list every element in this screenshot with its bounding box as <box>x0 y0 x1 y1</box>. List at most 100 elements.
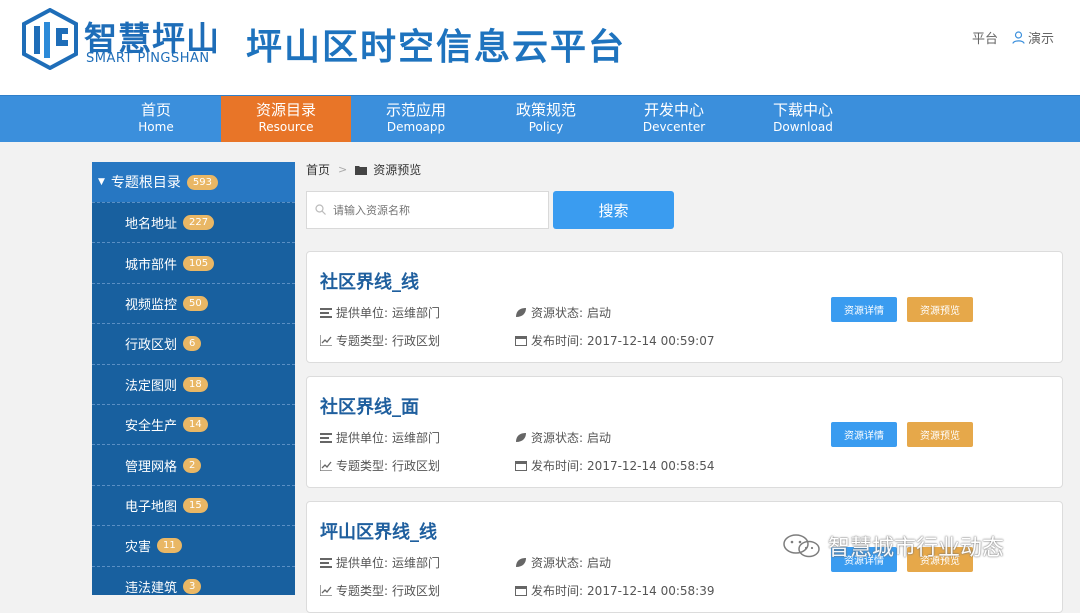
type-label: 专题类型: <box>336 459 389 473</box>
watermark-text: 智慧城市行业动态 <box>828 536 1005 561</box>
provider-label: 提供单位: <box>336 556 389 570</box>
provider-value: 运维部门 <box>392 556 441 570</box>
count-badge: 105 <box>183 255 215 271</box>
sidebar-item-label: 管理网格 <box>125 459 178 475</box>
status-value: 启动 <box>587 556 612 570</box>
caret-down-icon: ▼ <box>98 177 105 187</box>
count-badge: 227 <box>183 215 215 231</box>
nav-label: 政策规范 <box>515 101 576 119</box>
calendar-icon <box>515 461 527 471</box>
nav-demoapp[interactable]: 示范应用 Demoapp <box>351 96 481 142</box>
resource-preview-button[interactable]: 资源预览 <box>907 422 973 447</box>
type-meta: 专题类型: 行政区划 <box>320 332 440 349</box>
watermark: 智慧城市行业动态 <box>782 530 1004 562</box>
count-badge: 3 <box>183 578 202 594</box>
category-sidebar: ▼ 专题根目录 593 地名地址 227 城市部件 105 视频监控 50 行政区划 6… <box>92 162 295 596</box>
sidebar-item-label: 灾害 <box>125 540 152 556</box>
sidebar-item-zoning[interactable]: 法定图则 18 <box>92 363 295 404</box>
user-icon <box>1012 31 1025 44</box>
list-icon <box>320 308 332 318</box>
status-meta: 资源状态: 启动 <box>515 554 611 571</box>
publish-label: 发布时间: <box>531 334 584 348</box>
status-label: 资源状态: <box>531 306 584 320</box>
sidebar-item-label: 违法建筑 <box>125 580 178 596</box>
status-label: 资源状态: <box>531 431 584 445</box>
type-meta: 专题类型: 行政区划 <box>320 457 440 474</box>
chevron-right-icon: > <box>338 163 348 176</box>
resource-card: 社区界线_面 提供单位: 运维部门 资源状态: 启动 专题类型: 行政区划 发布… <box>306 376 1063 488</box>
status-meta: 资源状态: 启动 <box>515 429 611 446</box>
sidebar-item-illegal-building[interactable]: 违法建筑 3 <box>92 565 295 606</box>
nav-sublabel: Home <box>138 120 174 134</box>
leaf-icon <box>516 308 526 317</box>
sidebar-item-disaster[interactable]: 灾害 11 <box>92 525 295 565</box>
sidebar-item-admin-division[interactable]: 行政区划 6 <box>92 323 295 363</box>
type-meta: 专题类型: 行政区划 <box>320 582 440 599</box>
publish-value: 2017-12-14 00:59:07 <box>587 333 715 348</box>
nav-home[interactable]: 首页 Home <box>91 96 221 142</box>
nav-label: 资源目录 <box>255 101 316 119</box>
count-badge: 50 <box>183 295 208 311</box>
resource-title[interactable]: 社区界线_面 <box>320 393 419 419</box>
publish-meta: 发布时间: 2017-12-14 00:58:54 <box>515 457 715 474</box>
sidebar-item-safety[interactable]: 安全生产 14 <box>92 403 295 444</box>
sidebar-item-grid[interactable]: 管理网格 2 <box>92 444 295 484</box>
sidebar-item-label: 视频监控 <box>125 297 178 313</box>
sidebar-item-label: 地名地址 <box>125 217 178 233</box>
folder-icon <box>355 165 368 175</box>
resource-card: 社区界线_线 提供单位: 运维部门 资源状态: 启动 专题类型: 行政区划 发布… <box>306 251 1063 363</box>
publish-label: 发布时间: <box>531 584 584 598</box>
status-meta: 资源状态: 启动 <box>515 304 611 321</box>
search-input[interactable] <box>306 191 549 229</box>
provider-meta: 提供单位: 运维部门 <box>320 554 440 571</box>
resource-title[interactable]: 社区界线_线 <box>320 268 419 294</box>
calendar-icon <box>515 586 527 596</box>
wechat-icon <box>783 534 820 558</box>
demo-link[interactable]: 演示 <box>1012 28 1054 47</box>
sidebar-item-place-names[interactable]: 地名地址 227 <box>92 202 295 242</box>
count-badge: 6 <box>183 336 202 352</box>
logo-icon <box>22 8 78 70</box>
nav-sublabel: Policy <box>528 120 564 134</box>
breadcrumb-current: 资源预览 <box>373 163 422 177</box>
type-value: 行政区划 <box>392 584 441 598</box>
demo-link-label: 演示 <box>1027 32 1054 47</box>
provider-meta: 提供单位: 运维部门 <box>320 304 440 321</box>
provider-meta: 提供单位: 运维部门 <box>320 429 440 446</box>
nav-sublabel: Devcenter <box>642 120 706 134</box>
nav-resource[interactable]: 资源目录 Resource <box>221 96 351 142</box>
sidebar-item-label: 法定图则 <box>125 378 178 394</box>
sidebar-item-video[interactable]: 视频监控 50 <box>92 282 295 323</box>
sidebar-item-label: 行政区划 <box>125 338 178 354</box>
list-icon <box>320 433 332 443</box>
nav-label: 首页 <box>140 101 171 119</box>
breadcrumb-home[interactable]: 首页 <box>306 161 330 178</box>
nav-download[interactable]: 下载中心 Download <box>738 96 868 142</box>
sidebar-item-emap[interactable]: 电子地图 15 <box>92 484 295 525</box>
nav-sublabel: Resource <box>258 120 314 134</box>
resource-preview-button[interactable]: 资源预览 <box>907 297 973 322</box>
sidebar-root[interactable]: ▼ 专题根目录 593 <box>92 162 295 202</box>
type-label: 专题类型: <box>336 334 389 348</box>
count-badge: 18 <box>183 376 208 392</box>
resource-title[interactable]: 坪山区界线_线 <box>320 518 437 544</box>
type-label: 专题类型: <box>336 584 389 598</box>
search-button[interactable]: 搜索 <box>553 191 674 229</box>
breadcrumb: 首页 > 资源预览 <box>306 161 421 178</box>
search-icon <box>315 204 326 215</box>
publish-label: 发布时间: <box>531 459 584 473</box>
resource-detail-button[interactable]: 资源详情 <box>831 422 897 447</box>
line-chart-icon <box>320 335 332 346</box>
nav-policy[interactable]: 政策规范 Policy <box>481 96 611 142</box>
line-chart-icon <box>320 460 332 471</box>
leaf-icon <box>516 433 526 442</box>
platform-link[interactable]: 平台 <box>972 28 998 47</box>
nav-label: 开发中心 <box>643 101 704 119</box>
nav-devcenter[interactable]: 开发中心 Devcenter <box>609 96 739 142</box>
count-badge: 15 <box>183 497 208 513</box>
resource-detail-button[interactable]: 资源详情 <box>831 297 897 322</box>
line-chart-icon <box>320 585 332 596</box>
logo-subtitle: SMART PINGSHAN <box>86 51 210 66</box>
nav-label: 示范应用 <box>385 101 446 119</box>
sidebar-item-city-parts[interactable]: 城市部件 105 <box>92 242 295 282</box>
